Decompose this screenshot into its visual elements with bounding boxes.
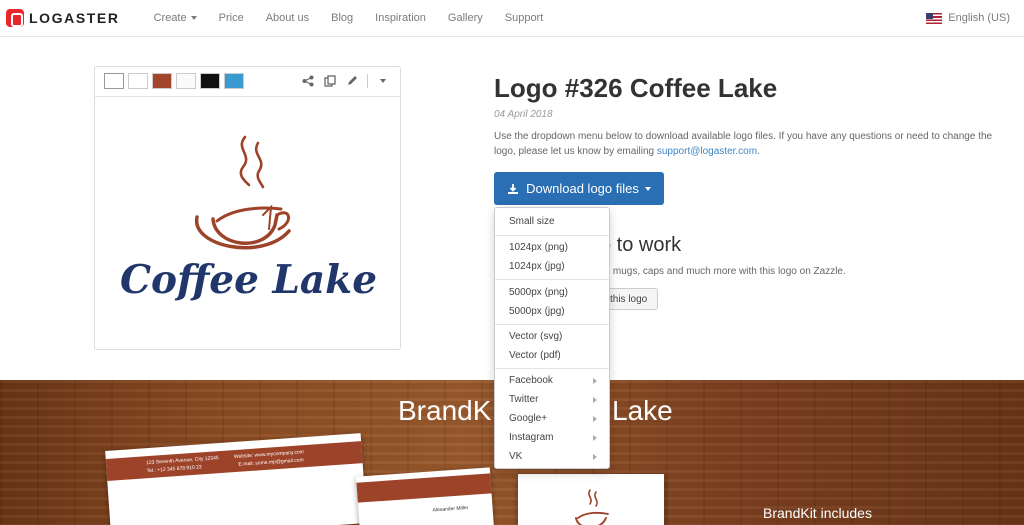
coffee-cup-logo-icon <box>195 135 291 250</box>
nav-create[interactable]: Create <box>154 12 197 24</box>
page-title: Logo #326 Coffee Lake <box>494 73 778 103</box>
menu-item-instagram[interactable]: Instagram <box>509 432 605 443</box>
language-selector[interactable]: English (US) <box>926 12 1010 24</box>
description-period: . <box>757 146 760 157</box>
variant-thumb-brown[interactable] <box>152 73 172 89</box>
chevron-right-icon <box>593 435 597 441</box>
brandkit-includes-heading: BrandKit includes <box>763 505 872 521</box>
logaster-icon <box>6 9 24 27</box>
business-card-mockup: Alexander Miller <box>356 467 494 525</box>
chevron-right-icon <box>593 416 597 422</box>
nav-links: Create Price About us Blog Inspiration G… <box>143 12 555 24</box>
logo-date: 04 April 2018 <box>494 109 553 120</box>
variant-thumb-blue[interactable] <box>224 73 244 89</box>
nav-gallery[interactable]: Gallery <box>448 12 483 24</box>
chevron-right-icon <box>593 397 597 403</box>
vk-label: VK <box>509 451 523 462</box>
chevron-down-icon <box>190 16 197 21</box>
letterhead-mockup: 123 Seventh Avenue, City 12345 Tel.: +12… <box>105 433 367 525</box>
nav-inspiration[interactable]: Inspiration <box>375 12 426 24</box>
language-label: English (US) <box>948 12 1010 24</box>
instagram-label: Instagram <box>509 432 554 443</box>
merch-text: irts, mugs, caps and much more with this… <box>594 266 846 277</box>
merch-heading: o to work <box>600 234 682 256</box>
nav-create-label: Create <box>153 12 187 24</box>
support-email-link[interactable]: support@logaster.com <box>657 146 757 157</box>
us-flag-icon <box>926 12 943 24</box>
logo-card-mockup <box>518 474 664 525</box>
business-card-name: Alexander Miller <box>432 504 469 514</box>
logo-variant-thumbnails <box>104 73 248 89</box>
menu-divider <box>495 368 609 369</box>
variant-thumb-white[interactable] <box>128 73 148 89</box>
menu-item-vector-pdf[interactable]: Vector (pdf) <box>509 350 605 361</box>
card-toolbar <box>293 74 390 88</box>
nav-price[interactable]: Price <box>219 12 244 24</box>
variant-thumb-white-selected[interactable] <box>104 73 124 89</box>
download-button-label: Download logo files <box>526 181 639 196</box>
share-icon[interactable] <box>301 74 315 88</box>
toolbar-divider <box>367 74 368 88</box>
menu-item-vector-svg[interactable]: Vector (svg) <box>509 331 605 342</box>
brandkit-title-right: Lake <box>612 395 673 426</box>
chevron-right-icon <box>593 454 597 460</box>
menu-item-1024-png[interactable]: 1024px (png) <box>509 242 605 253</box>
menu-item-google-plus[interactable]: Google+ <box>509 413 605 424</box>
menu-item-5000-png[interactable]: 5000px (png) <box>509 287 605 298</box>
copy-icon[interactable] <box>323 74 337 88</box>
google-plus-label: Google+ <box>509 413 548 424</box>
nav-blog[interactable]: Blog <box>331 12 353 24</box>
nav-support[interactable]: Support <box>505 12 544 24</box>
brand-logo[interactable]: LOGASTER <box>6 9 120 27</box>
edit-pencil-icon[interactable] <box>345 74 359 88</box>
logo-wordmark: Coffee Lake <box>119 257 378 303</box>
top-navbar: LOGASTER Create Price About us Blog Insp… <box>0 0 1024 37</box>
menu-item-twitter[interactable]: Twitter <box>509 394 605 405</box>
download-icon <box>508 183 519 194</box>
menu-divider <box>495 235 609 236</box>
menu-item-facebook[interactable]: Facebook <box>509 375 605 386</box>
menu-divider <box>495 279 609 280</box>
menu-item-small-size[interactable]: Small size <box>509 216 605 227</box>
coffee-cup-mini-icon <box>575 489 609 525</box>
download-dropdown-menu: Small size 1024px (png) 1024px (jpg) 500… <box>494 207 610 469</box>
variant-thumb-dark[interactable] <box>200 73 220 89</box>
download-logo-files-button[interactable]: Download logo files <box>494 172 664 205</box>
menu-item-5000-jpg[interactable]: 5000px (jpg) <box>509 306 605 317</box>
brand-name: LOGASTER <box>29 10 120 26</box>
letterhead-band <box>105 441 363 481</box>
facebook-label: Facebook <box>509 375 553 386</box>
chevron-right-icon <box>593 378 597 384</box>
menu-item-vk[interactable]: VK <box>509 451 605 462</box>
chevron-down-icon <box>644 186 651 191</box>
business-card-band <box>356 473 492 503</box>
twitter-label: Twitter <box>509 394 539 405</box>
brandkit-title-left: BrandK <box>398 395 492 426</box>
logo-preview-card: Coffee Lake <box>94 66 401 350</box>
nav-about[interactable]: About us <box>266 12 309 24</box>
variant-thumb-light[interactable] <box>176 73 196 89</box>
menu-divider <box>495 324 609 325</box>
menu-item-1024-jpg[interactable]: 1024px (jpg) <box>509 261 605 272</box>
more-caret-icon[interactable] <box>376 74 390 88</box>
download-description: Use the dropdown menu below to download … <box>494 129 994 159</box>
